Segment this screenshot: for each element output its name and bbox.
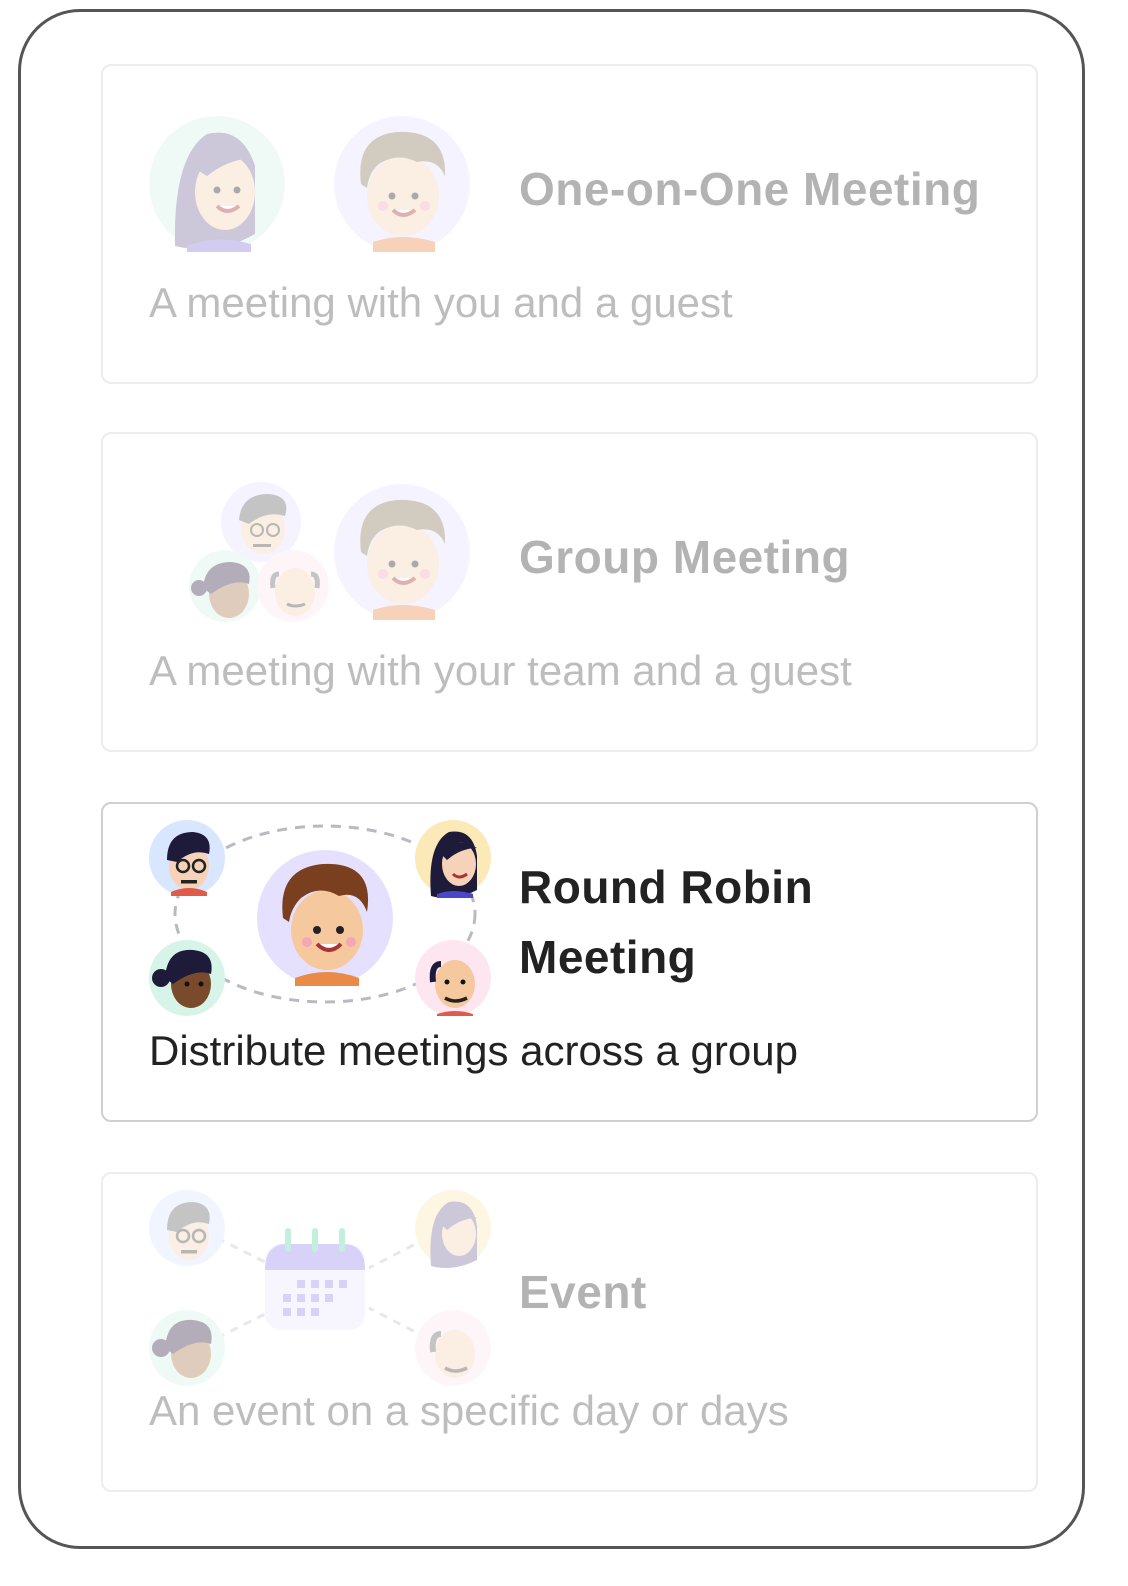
- device-frame: One-on-One Meeting A meeting with you an…: [18, 9, 1085, 1549]
- option-one-on-one[interactable]: One-on-One Meeting A meeting with you an…: [101, 64, 1038, 384]
- round-robin-illustration: [147, 818, 507, 1018]
- group-meeting-illustration: [147, 474, 507, 634]
- girl-avatar-icon: [189, 550, 261, 622]
- option-title: Round Robin Meeting: [519, 861, 814, 983]
- bald-man-avatar-icon: [415, 940, 491, 1016]
- option-event[interactable]: Event An event on a specific day or days: [101, 1172, 1038, 1492]
- option-title: Group Meeting: [519, 531, 851, 583]
- woman-avatar-icon: [415, 1190, 491, 1268]
- glasses-man-avatar-icon: [149, 1190, 225, 1266]
- calendar-icon: [265, 1228, 365, 1330]
- bald-man-avatar-icon: [415, 1310, 491, 1386]
- girl-avatar-icon: [149, 1310, 225, 1386]
- man-avatar-icon: [334, 484, 470, 620]
- girl-avatar-icon: [149, 940, 225, 1016]
- woman-avatar-icon: [415, 820, 491, 898]
- glasses-man-avatar-icon: [221, 482, 301, 562]
- bald-man-avatar-icon: [257, 550, 329, 622]
- man-avatar-icon: [334, 116, 470, 252]
- glasses-man-avatar-icon: [149, 820, 225, 896]
- one-on-one-illustration: [147, 106, 507, 266]
- option-group-meeting[interactable]: Group Meeting A meeting with your team a…: [101, 432, 1038, 752]
- option-description: An event on a specific day or days: [149, 1387, 789, 1434]
- option-title: One-on-One Meeting: [519, 163, 981, 215]
- option-round-robin[interactable]: Round Robin Meeting Distribute meetings …: [101, 802, 1038, 1122]
- option-title: Event: [519, 1266, 647, 1318]
- option-description: A meeting with your team and a guest: [149, 647, 852, 694]
- option-description: Distribute meetings across a group: [149, 1027, 798, 1074]
- woman-avatar-icon: [149, 116, 285, 252]
- man-avatar-icon: [257, 850, 393, 986]
- event-illustration: [147, 1188, 507, 1388]
- option-description: A meeting with you and a guest: [149, 279, 733, 326]
